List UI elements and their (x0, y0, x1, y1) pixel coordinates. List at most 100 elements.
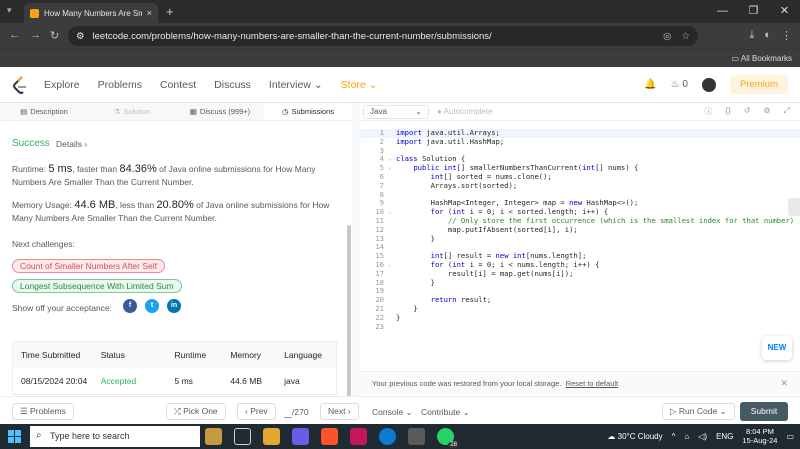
download-icon[interactable]: ⤓ (749, 29, 754, 42)
all-bookmarks-button[interactable]: ▭ All Bookmarks (732, 54, 792, 63)
task-view-icon[interactable] (234, 428, 251, 445)
problems-button[interactable]: ☰ Problems (12, 403, 74, 420)
tray-chevron-icon[interactable]: ^ (672, 432, 676, 441)
submit-button[interactable]: Submit (740, 402, 788, 421)
fullscreen-icon[interactable]: ⤢ (784, 106, 790, 117)
taskbar-clock[interactable]: 8:04 PM 15-Aug-24 (742, 427, 777, 445)
code-line[interactable]: 8 (360, 190, 800, 200)
teams-icon[interactable] (292, 428, 309, 445)
code-line[interactable]: 20 return result; (360, 295, 800, 305)
volume-icon[interactable]: ◁) (698, 432, 707, 441)
braces-icon[interactable]: {} (725, 106, 730, 117)
cell-status[interactable]: Accepted (101, 376, 175, 386)
code-line[interactable]: 19 (360, 287, 800, 296)
tab-close-icon[interactable]: × (147, 8, 152, 18)
code-line[interactable]: 13 } (360, 234, 800, 244)
tab-search-icon[interactable]: ▾ (7, 5, 19, 17)
temple-widget-icon[interactable] (205, 428, 222, 445)
language-select[interactable]: Java ⌄ (363, 105, 429, 119)
code-line[interactable]: 6 int[] sorted = nums.clone(); (360, 172, 800, 182)
code-line[interactable]: 23 (360, 322, 800, 332)
autocomplete-toggle[interactable]: ● Autocomplete (437, 107, 493, 116)
profile-icon[interactable]: ◐ (764, 29, 771, 42)
code-line[interactable]: 18 } (360, 278, 800, 288)
code-line[interactable]: 5 ⌄ public int[] smallerNumbersThanCurren… (360, 163, 800, 173)
code-line[interactable]: 14 (360, 243, 800, 252)
code-line[interactable]: 9 HashMap<Integer, Integer> map = new Ha… (360, 199, 800, 208)
leetcode-logo-icon[interactable] (12, 76, 28, 94)
nav-interview[interactable]: Interview ⌄ (269, 79, 323, 91)
tab-discuss[interactable]: ▦ Discuss (999+) (176, 103, 264, 120)
details-link[interactable]: Details › (56, 139, 87, 149)
pick-one-button[interactable]: ⤮ Pick One (166, 403, 226, 420)
contribute-toggle[interactable]: Contribute ⌄ (421, 407, 470, 418)
panel-resize-handle[interactable] (352, 103, 360, 396)
code-line[interactable]: 1 import java.util.Arrays; (360, 128, 800, 138)
maximize-button[interactable]: ❐ (738, 0, 769, 23)
file-explorer-icon[interactable] (263, 428, 280, 445)
linkedin-icon[interactable]: in (167, 299, 181, 313)
side-feedback-tab[interactable] (788, 198, 800, 216)
tab-solution[interactable]: ⚗ Solution (88, 103, 176, 120)
bookmark-star-icon[interactable]: ☆ (681, 31, 690, 42)
chrome-icon[interactable] (408, 428, 425, 445)
fold-chevron-icon[interactable]: ⌄ (388, 261, 396, 270)
notification-icon[interactable]: ▭ (786, 432, 794, 441)
media-app-icon[interactable] (350, 428, 367, 445)
console-toggle[interactable]: Console ⌄ (372, 407, 413, 418)
avatar[interactable] (701, 77, 716, 92)
network-icon[interactable]: ⌂ (684, 432, 689, 441)
nav-contest[interactable]: Contest (160, 79, 196, 91)
nav-store[interactable]: Store ⌄ (341, 79, 378, 91)
reset-icon[interactable]: ↺ (744, 106, 751, 117)
nav-discuss[interactable]: Discuss (214, 79, 251, 91)
run-code-button[interactable]: ▷ Run Code ⌄ (662, 403, 735, 420)
new-badge[interactable]: NEW (762, 336, 792, 360)
twitter-icon[interactable]: t (145, 299, 159, 313)
premium-button[interactable]: Premium (729, 75, 788, 94)
code-line[interactable]: 22} (360, 313, 800, 323)
fold-chevron-icon[interactable]: ⌄ (388, 164, 396, 173)
fold-chevron-icon[interactable]: ⌄ (388, 155, 396, 164)
code-line[interactable]: 3 (360, 146, 800, 156)
tab-submissions[interactable]: ◷ Submissions (264, 103, 352, 120)
info-icon[interactable]: ⓘ (704, 106, 712, 117)
code-line[interactable]: 12 map.putIfAbsent(sorted[i], i); (360, 225, 800, 235)
edge-icon[interactable] (379, 428, 396, 445)
notification-bell-icon[interactable]: 🔔 (644, 79, 656, 90)
streak-counter[interactable]: ♨ 0 (671, 79, 688, 90)
tab-description[interactable]: ▤ Description (0, 103, 88, 120)
browser-menu-icon[interactable]: ⋮ (781, 29, 792, 42)
code-line[interactable]: 17 result[i] = map.get(nums[i]); (360, 269, 800, 279)
fold-chevron-icon[interactable]: ⌄ (388, 208, 396, 217)
minimize-button[interactable]: — (707, 0, 738, 23)
close-notice-icon[interactable]: ✕ (780, 378, 788, 389)
whatsapp-icon[interactable]: 28 (437, 428, 459, 448)
challenge-count-smaller[interactable]: Count of Smaller Numbers After Self (12, 259, 166, 273)
prev-button[interactable]: ‹ Prev (237, 403, 276, 420)
eye-off-icon[interactable]: ◎ (663, 31, 671, 42)
taskbar-search-input[interactable]: ⌕ Type here to search (30, 426, 200, 447)
language-indicator[interactable]: ENG (716, 432, 733, 441)
table-row[interactable]: 08/15/2024 20:04 Accepted 5 ms 44.6 MB j… (13, 368, 336, 394)
brave-icon[interactable] (321, 428, 338, 445)
nav-explore[interactable]: Explore (44, 79, 80, 91)
facebook-icon[interactable]: f (123, 299, 137, 313)
nav-problems[interactable]: Problems (98, 79, 142, 91)
code-line[interactable]: 15 int[] result = new int[nums.length]; (360, 251, 800, 261)
code-line[interactable]: 7 Arrays.sort(sorted); (360, 181, 800, 191)
close-window-button[interactable]: ✕ (769, 0, 800, 23)
code-line[interactable]: 10 ⌄ for (int i = 0; i < sorted.length; i… (360, 207, 800, 217)
url-bar[interactable]: ⚙ leetcode.com/problems/how-many-numbers… (68, 26, 698, 46)
windows-start-icon[interactable] (8, 430, 21, 443)
site-info-icon[interactable]: ⚙ (76, 31, 85, 42)
forward-arrow-icon[interactable]: → (30, 29, 41, 41)
reload-icon[interactable]: ↻ (50, 29, 59, 42)
weather-widget[interactable]: ☁ 30°C Cloudy (607, 432, 662, 441)
code-line[interactable]: 2 import java.util.HashMap; (360, 137, 800, 147)
code-line[interactable]: 4 ⌄ class Solution { (360, 155, 800, 164)
next-button[interactable]: Next › (320, 403, 359, 420)
back-arrow-icon[interactable]: ← (9, 29, 20, 41)
reset-default-link[interactable]: Reset to default (566, 379, 619, 388)
code-line[interactable]: 16 ⌄ for (int i = 0; i < nums.length; i++… (360, 260, 800, 270)
